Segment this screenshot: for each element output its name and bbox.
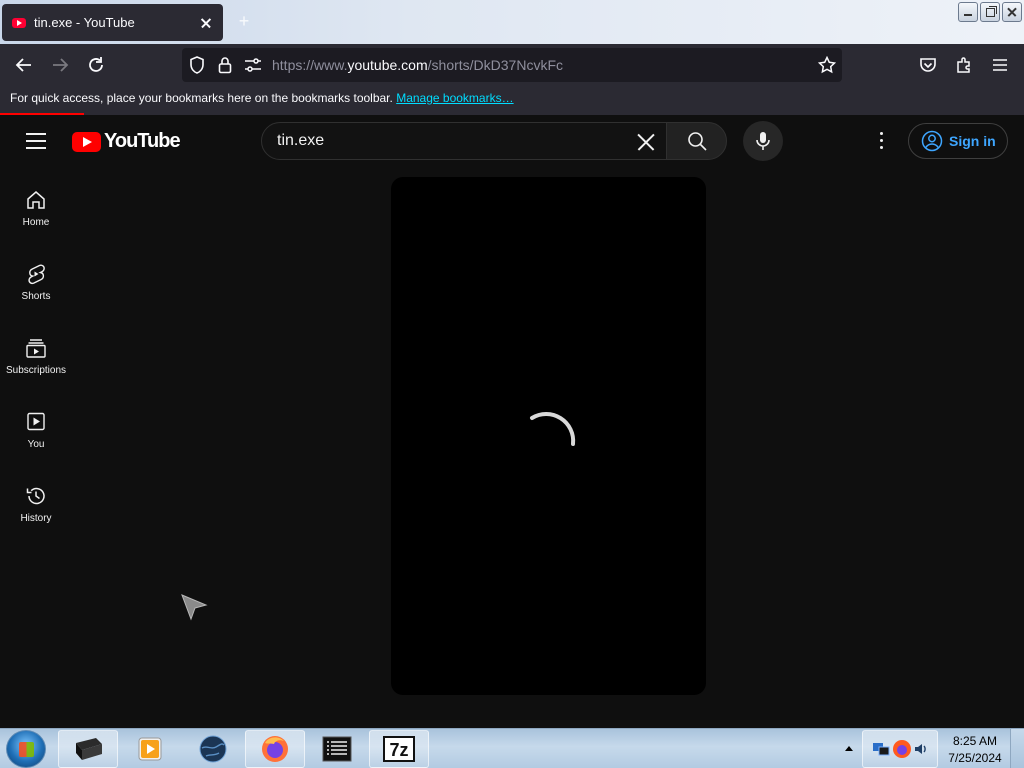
- sign-in-button[interactable]: Sign in: [908, 123, 1008, 159]
- you-icon: [27, 412, 45, 431]
- manage-bookmarks-link[interactable]: Manage bookmarks…: [396, 91, 513, 105]
- tray-network-icon[interactable]: [871, 739, 891, 759]
- clear-search-icon[interactable]: [636, 132, 656, 152]
- loading-spinner-icon: [530, 412, 576, 446]
- browser-navbar: https://www.youtube.com/shorts/DkD37Ncvk…: [0, 44, 1024, 86]
- 7zip-label: 7z: [389, 740, 408, 760]
- account-icon: [921, 130, 943, 152]
- tray-arrow-up-icon: [845, 746, 853, 751]
- back-icon[interactable]: [13, 54, 35, 76]
- sidebar-item-shorts[interactable]: Shorts: [0, 249, 72, 323]
- taskbar-globe-button[interactable]: [183, 730, 243, 768]
- sidebar-item-subscriptions[interactable]: Subscriptions: [0, 323, 72, 397]
- microphone-icon: [756, 132, 770, 150]
- taskbar-clock[interactable]: 8:25 AM 7/25/2024: [942, 733, 1008, 767]
- subscriptions-icon: [26, 339, 46, 358]
- url-text: https://www.youtube.com/shorts/DkD37Ncvk…: [272, 57, 563, 73]
- taskbar-7zip-button[interactable]: 7z: [369, 730, 429, 768]
- sidebar-item-label: You: [27, 439, 45, 450]
- shorts-icon: [28, 264, 45, 285]
- lock-icon[interactable]: [214, 54, 236, 76]
- tray-firefox-icon[interactable]: [891, 738, 913, 760]
- search-input[interactable]: [277, 132, 617, 150]
- windows-taskbar: 7z 8:25 AM 7/25/2024: [0, 728, 1024, 768]
- tab-close-icon[interactable]: [199, 16, 213, 30]
- terminal-app-icon: [76, 738, 102, 760]
- close-window-button[interactable]: [1002, 2, 1022, 22]
- show-hidden-icons-button[interactable]: [843, 740, 855, 756]
- sidebar-item-label: Subscriptions: [5, 365, 67, 376]
- settings-more-button[interactable]: [873, 132, 889, 152]
- new-tab-button[interactable]: +: [236, 12, 252, 30]
- youtube-logo[interactable]: YouTube: [72, 130, 181, 153]
- home-icon: [27, 191, 45, 209]
- start-button[interactable]: [6, 730, 46, 768]
- taskbar-notepad-button[interactable]: [307, 730, 367, 768]
- window-controls: [958, 2, 1022, 22]
- pocket-icon[interactable]: [917, 54, 939, 76]
- shield-icon[interactable]: [186, 54, 208, 76]
- sidebar-item-home[interactable]: Home: [0, 175, 72, 249]
- tray-volume-icon[interactable]: [913, 741, 929, 757]
- notepad-app-icon: [322, 736, 352, 762]
- browser-tab-youtube[interactable]: tin.exe - YouTube: [2, 4, 223, 41]
- menu-icon[interactable]: [989, 54, 1011, 76]
- bookmarks-toolbar: For quick access, place your bookmarks h…: [0, 86, 1024, 113]
- guide-menu-button[interactable]: [26, 133, 46, 149]
- 7zip-app-icon: 7z: [383, 736, 415, 762]
- history-icon: [26, 487, 45, 505]
- youtube-wordmark: YouTube: [104, 130, 181, 152]
- taskbar-media-player-button[interactable]: [120, 730, 180, 768]
- url-bar[interactable]: https://www.youtube.com/shorts/DkD37Ncvk…: [182, 48, 842, 82]
- star-icon[interactable]: [816, 54, 838, 76]
- show-desktop-button[interactable]: [1010, 729, 1024, 768]
- sign-in-label: Sign in: [949, 133, 996, 149]
- firefox-app-icon: [262, 736, 288, 762]
- sidebar-item-label: Home: [22, 217, 50, 228]
- tab-title: tin.exe - YouTube: [34, 15, 135, 30]
- search-button[interactable]: [666, 122, 727, 160]
- taskbar-firefox-button[interactable]: [245, 730, 305, 768]
- bookmarks-hint: For quick access, place your bookmarks h…: [10, 91, 393, 105]
- search-box: [261, 122, 667, 160]
- sidebar-item-label: History: [20, 513, 52, 524]
- maximize-button[interactable]: [980, 2, 1000, 22]
- minimize-button[interactable]: [958, 2, 978, 22]
- screen: tin.exe - YouTube + https://www.youtube.…: [0, 0, 1024, 768]
- sidebar-item-label: Shorts: [21, 291, 51, 302]
- mouse-cursor-icon: [181, 594, 208, 621]
- extensions-icon[interactable]: [953, 54, 975, 76]
- clock-time: 8:25 AM: [952, 734, 998, 748]
- browser-tab-strip: tin.exe - YouTube +: [0, 0, 1024, 44]
- media-player-app-icon: [138, 737, 162, 761]
- youtube-play-icon: [72, 131, 101, 152]
- system-tray: [862, 730, 938, 768]
- sidebar-item-you[interactable]: You: [0, 397, 72, 471]
- reload-icon[interactable]: [85, 54, 107, 76]
- search-icon: [687, 132, 707, 151]
- globe-app-icon: [199, 735, 227, 763]
- youtube-favicon-icon: [12, 17, 26, 28]
- taskbar-terminal-button[interactable]: [58, 730, 118, 768]
- clock-date: 7/25/2024: [948, 751, 1002, 765]
- voice-search-button[interactable]: [743, 121, 783, 161]
- sidebar-item-history[interactable]: History: [0, 471, 72, 545]
- forward-icon[interactable]: [49, 54, 71, 76]
- youtube-page: YouTube Sign in Home Shorts Subscripti: [0, 115, 1024, 728]
- shorts-video-player[interactable]: [391, 177, 706, 695]
- permissions-icon[interactable]: [242, 54, 264, 76]
